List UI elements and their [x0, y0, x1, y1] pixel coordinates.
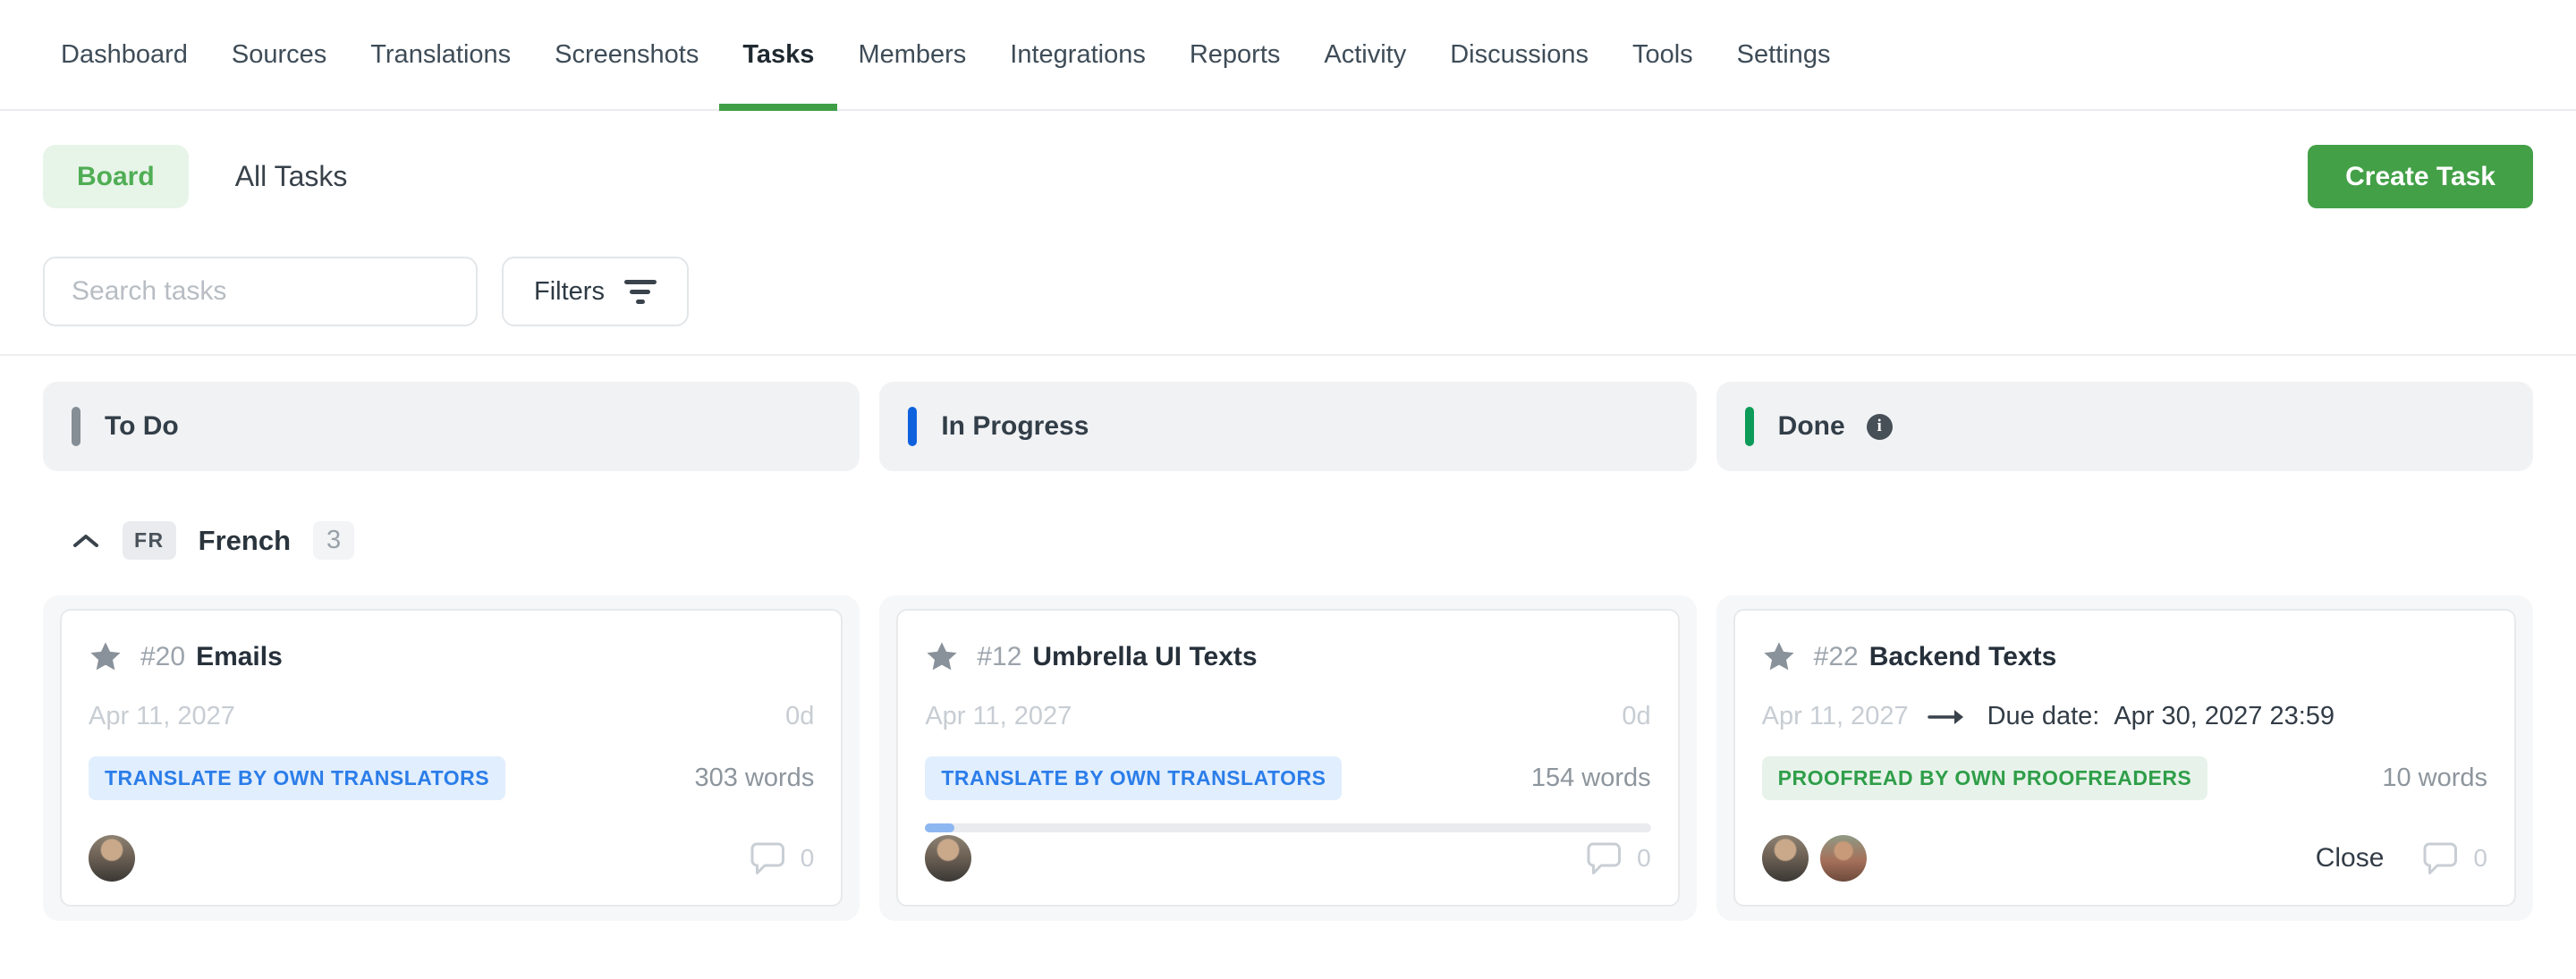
assignee-avatars [925, 835, 971, 882]
nav-item-tasks[interactable]: Tasks [742, 0, 814, 109]
in-progress-color-bar [908, 407, 917, 446]
star-icon[interactable] [925, 641, 959, 673]
create-task-button[interactable]: Create Task [2308, 145, 2533, 208]
tab-all-tasks[interactable]: All Tasks [235, 160, 348, 193]
filters-button-label: Filters [534, 277, 605, 307]
word-count: 10 words [2382, 764, 2487, 793]
board-column-headers: To Do In Progress Done i [0, 356, 2576, 471]
avatar[interactable] [1762, 835, 1809, 882]
toolbar: Board All Tasks Create Task [0, 111, 2576, 208]
column-label: Done [1778, 411, 1845, 442]
language-group-header: FR French 3 [0, 471, 2576, 560]
nav-item-dashboard[interactable]: Dashboard [61, 0, 188, 109]
comment-count: 0 [1637, 844, 1651, 873]
progress-fill [925, 823, 953, 832]
task-card-12[interactable]: #12 Umbrella UI Texts Apr 11, 2027 0d TR… [896, 609, 1679, 907]
filter-icon [624, 280, 657, 304]
assignee-avatars [1762, 835, 1867, 882]
task-type-badge: TRANSLATE BY OWN TRANSLATORS [89, 756, 505, 800]
task-card-22[interactable]: #22 Backend Texts Apr 11, 2027 Due date:… [1733, 609, 2516, 907]
board-lanes: #20 Emails Apr 11, 2027 0d TRANSLATE BY … [0, 560, 2576, 921]
column-header-done[interactable]: Done i [1716, 382, 2533, 471]
language-code-badge: FR [123, 521, 176, 560]
start-date: Apr 11, 2027 [1762, 702, 1909, 731]
avatar[interactable] [925, 835, 971, 882]
nav-item-translations[interactable]: Translations [370, 0, 511, 109]
language-name: French [199, 525, 291, 557]
progress-bar [925, 823, 1650, 832]
lane-done: #22 Backend Texts Apr 11, 2027 Due date:… [1716, 595, 2533, 921]
filters-button[interactable]: Filters [502, 257, 689, 326]
close-task-button[interactable]: Close [2316, 843, 2385, 874]
task-card-20[interactable]: #20 Emails Apr 11, 2027 0d TRANSLATE BY … [60, 609, 843, 907]
column-header-todo[interactable]: To Do [43, 382, 860, 471]
column-header-in-progress[interactable]: In Progress [879, 382, 1696, 471]
card-badge-row: TRANSLATE BY OWN TRANSLATORS 154 words [925, 756, 1650, 800]
nav-item-tools[interactable]: Tools [1632, 0, 1693, 109]
info-icon[interactable]: i [1867, 414, 1893, 440]
nav-item-sources[interactable]: Sources [232, 0, 326, 109]
column-label: In Progress [941, 411, 1089, 442]
task-number: #20 [140, 642, 185, 672]
nav-item-integrations[interactable]: Integrations [1010, 0, 1146, 109]
card-badge-row: TRANSLATE BY OWN TRANSLATORS 303 words [89, 756, 814, 800]
task-number: #12 [977, 642, 1021, 672]
search-input[interactable] [43, 257, 478, 326]
card-title-row: #22 Backend Texts [1762, 641, 2487, 673]
nav-item-reports[interactable]: Reports [1190, 0, 1281, 109]
nav-item-screenshots[interactable]: Screenshots [555, 0, 699, 109]
comment-icon[interactable] [1586, 841, 1622, 875]
time-estimate: 0d [785, 702, 814, 731]
arrow-right-icon [1927, 705, 1970, 729]
word-count: 303 words [695, 764, 815, 793]
lane-in-progress: #12 Umbrella UI Texts Apr 11, 2027 0d TR… [879, 595, 1696, 921]
avatar[interactable] [1820, 835, 1867, 882]
top-nav: Dashboard Sources Translations Screensho… [0, 0, 2576, 111]
assignee-avatars [89, 835, 135, 882]
comment-count: 0 [801, 844, 815, 873]
star-icon[interactable] [1762, 641, 1796, 673]
card-footer: Close 0 [1762, 835, 2487, 882]
due-date-label: Due date: [1987, 702, 2100, 731]
star-icon[interactable] [89, 641, 123, 673]
nav-item-discussions[interactable]: Discussions [1450, 0, 1589, 109]
comment-icon[interactable] [2422, 841, 2458, 875]
lane-todo: #20 Emails Apr 11, 2027 0d TRANSLATE BY … [43, 595, 860, 921]
nav-item-members[interactable]: Members [858, 0, 966, 109]
task-count-badge: 3 [313, 521, 354, 560]
card-date-row: Apr 11, 2027 0d [925, 702, 1650, 731]
card-date-row: Apr 11, 2027 Due date: Apr 30, 2027 23:5… [1762, 702, 2487, 731]
todo-color-bar [72, 407, 80, 446]
task-type-badge: TRANSLATE BY OWN TRANSLATORS [925, 756, 1342, 800]
chevron-up-icon[interactable] [72, 532, 100, 550]
card-title-row: #12 Umbrella UI Texts [925, 641, 1650, 673]
card-footer: 0 [925, 835, 1650, 882]
filter-row: Filters [0, 208, 2576, 326]
task-title: Emails [196, 642, 283, 672]
task-title: Umbrella UI Texts [1032, 642, 1257, 672]
card-date-row: Apr 11, 2027 0d [89, 702, 814, 731]
tab-board[interactable]: Board [43, 145, 189, 208]
done-color-bar [1745, 407, 1754, 446]
comment-icon[interactable] [750, 841, 785, 875]
nav-item-settings[interactable]: Settings [1737, 0, 1831, 109]
task-title: Backend Texts [1869, 642, 2057, 672]
comment-count: 0 [2473, 844, 2487, 873]
card-footer: 0 [89, 835, 814, 882]
card-badge-row: PROOFREAD BY OWN PROOFREADERS 10 words [1762, 756, 2487, 800]
due-date-value: Apr 30, 2027 23:59 [2114, 702, 2334, 731]
task-type-badge: PROOFREAD BY OWN PROOFREADERS [1762, 756, 2208, 800]
column-label: To Do [105, 411, 179, 442]
time-estimate: 0d [1622, 702, 1650, 731]
word-count: 154 words [1531, 764, 1651, 793]
task-number: #22 [1814, 642, 1859, 672]
start-date: Apr 11, 2027 [925, 702, 1072, 731]
nav-item-activity[interactable]: Activity [1324, 0, 1406, 109]
avatar[interactable] [89, 835, 135, 882]
card-title-row: #20 Emails [89, 641, 814, 673]
start-date: Apr 11, 2027 [89, 702, 235, 731]
